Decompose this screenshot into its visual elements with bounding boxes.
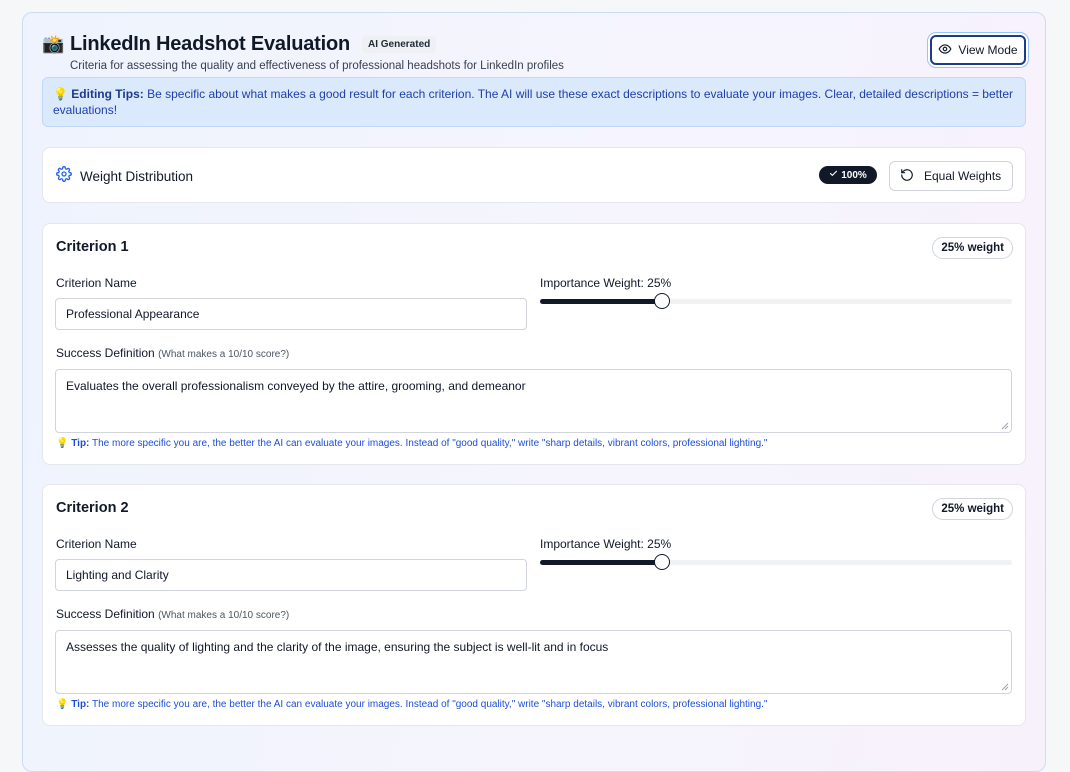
success-definition-textarea[interactable]: Evaluates the overall professionalism co… — [55, 369, 1012, 433]
check-icon — [829, 169, 838, 181]
criterion-name-label: Criterion Name — [56, 276, 137, 290]
success-definition-label: Success Definition (What makes a 10/10 s… — [56, 607, 289, 621]
success-definition-value: Evaluates the overall professionalism co… — [66, 379, 526, 393]
total-weight-value: 100% — [841, 169, 867, 181]
total-weight-badge: 100% — [819, 166, 877, 184]
importance-weight-label: Importance Weight: 25% — [540, 276, 672, 290]
criterion-weight-badge: 25% weight — [932, 498, 1013, 520]
camera-icon: 📸 — [42, 33, 65, 54]
success-definition-text: Success Definition — [56, 346, 155, 360]
success-definition-hint: (What makes a 10/10 score?) — [158, 349, 290, 360]
success-definition-hint: (What makes a 10/10 score?) — [158, 610, 290, 621]
reset-icon — [900, 168, 914, 185]
success-definition-label: Success Definition (What makes a 10/10 s… — [56, 346, 289, 360]
lightbulb-icon: 💡 — [53, 87, 68, 101]
criterion-name-input[interactable]: Professional Appearance — [55, 298, 527, 330]
editing-tips-banner: 💡 Editing Tips: Be specific about what m… — [42, 77, 1026, 127]
ai-generated-badge: AI Generated — [362, 35, 437, 53]
resize-grip-icon[interactable] — [1001, 683, 1009, 691]
slider-fill — [540, 299, 662, 304]
lightbulb-icon: 💡 — [56, 438, 69, 449]
tip-text: The more specific you are, the better th… — [89, 699, 768, 710]
page-header: 📸 LinkedIn Headshot Evaluation AI Genera… — [42, 31, 1026, 75]
gear-icon — [56, 166, 72, 187]
criterion-title: Criterion 1 — [56, 239, 129, 255]
criterion-title: Criterion 2 — [56, 500, 129, 516]
criterion-name-label: Criterion Name — [56, 537, 137, 551]
page-subtitle: Criteria for assessing the quality and e… — [70, 60, 564, 72]
lightbulb-icon: 💡 — [56, 699, 69, 710]
importance-weight-label: Importance Weight: 25% — [540, 537, 672, 551]
success-definition-value: Assesses the quality of lighting and the… — [66, 640, 609, 654]
rubric-editor-panel: 📸 LinkedIn Headshot Evaluation AI Genera… — [22, 12, 1046, 772]
slider-fill — [540, 560, 662, 565]
eye-icon — [938, 42, 952, 59]
weight-distribution-card: Weight Distribution 100% Equal Weights — [42, 147, 1026, 203]
view-mode-label: View Mode — [958, 43, 1018, 57]
criterion-card: Criterion 2 25% weight Criterion Name Li… — [42, 484, 1026, 726]
resize-grip-icon[interactable] — [1001, 422, 1009, 430]
slider-thumb[interactable] — [654, 293, 670, 309]
slider-thumb[interactable] — [654, 554, 670, 570]
criterion-card: Criterion 1 25% weight Criterion Name Pr… — [42, 223, 1026, 465]
editing-tips-label: Editing Tips: — [71, 87, 144, 101]
tip-text: The more specific you are, the better th… — [89, 438, 768, 449]
equal-weights-label: Equal Weights — [924, 169, 1002, 183]
weight-distribution-title: Weight Distribution — [80, 169, 194, 184]
importance-weight-slider[interactable] — [540, 293, 1012, 309]
page-title: LinkedIn Headshot Evaluation — [70, 32, 350, 55]
editing-tips-text: Be specific about what makes a good resu… — [53, 87, 1013, 117]
success-definition-text: Success Definition — [56, 607, 155, 621]
equal-weights-button[interactable]: Equal Weights — [889, 161, 1013, 191]
success-definition-textarea[interactable]: Assesses the quality of lighting and the… — [55, 630, 1012, 694]
criterion-weight-badge: 25% weight — [932, 237, 1013, 259]
criterion-name-input[interactable]: Lighting and Clarity — [55, 559, 527, 591]
view-mode-button[interactable]: View Mode — [930, 35, 1026, 65]
criterion-tip: 💡 Tip: The more specific you are, the be… — [56, 438, 767, 449]
importance-weight-slider[interactable] — [540, 554, 1012, 570]
tip-label: Tip: — [71, 438, 90, 449]
tip-label: Tip: — [71, 699, 90, 710]
criterion-tip: 💡 Tip: The more specific you are, the be… — [56, 699, 767, 710]
